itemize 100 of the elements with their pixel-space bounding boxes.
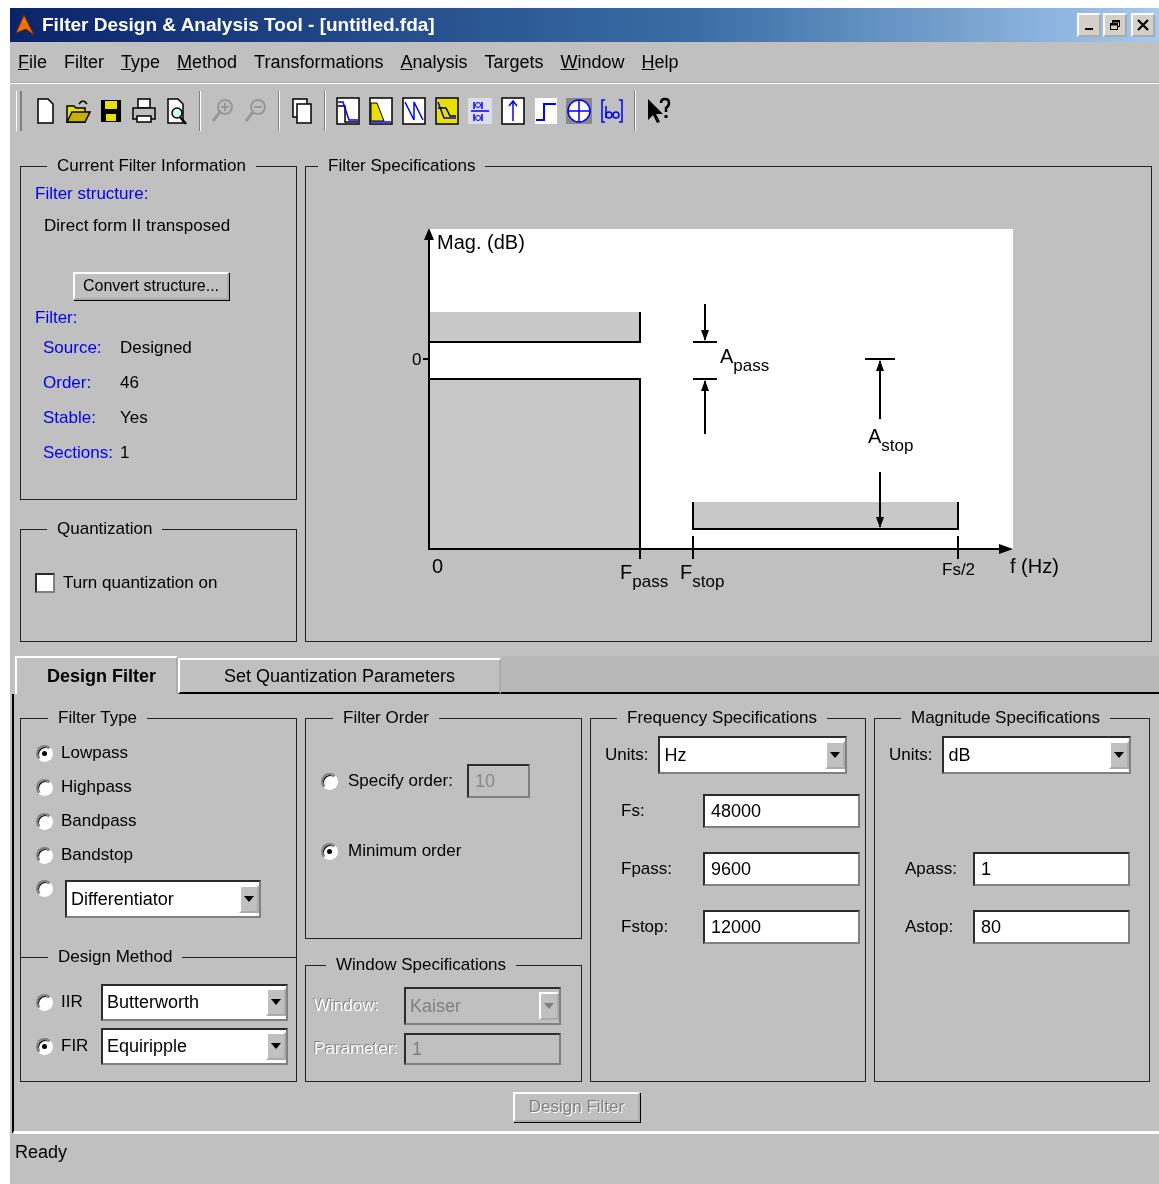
property-label: Stable: (43, 407, 97, 429)
menu-item[interactable]: File (18, 51, 47, 73)
field-label: Units: (889, 745, 933, 765)
filter-curve-icon[interactable] (368, 96, 394, 126)
field-label: Window: (314, 996, 381, 1016)
axis-label: Mag. (dB) (437, 230, 525, 254)
field-label: Parameter: (314, 1039, 400, 1059)
property-value: 1 (120, 442, 131, 464)
menu-item[interactable]: Analysis (400, 51, 468, 73)
step-plot-icon[interactable] (533, 96, 559, 126)
printer-icon[interactable] (131, 96, 157, 126)
menu-item[interactable]: Window (560, 51, 625, 73)
text-field[interactable]: 80 (973, 910, 1130, 944)
brackets-icon[interactable] (599, 96, 625, 126)
radio-button[interactable] (321, 772, 338, 790)
help-cursor-icon[interactable] (645, 96, 671, 126)
radio-button[interactable] (36, 778, 53, 796)
radio-label[interactable]: FIR (61, 1036, 93, 1056)
group-title: Frequency Specifications (626, 708, 818, 728)
group-title: Current Filter Information (56, 156, 247, 176)
group-title: Filter Specifications (327, 156, 477, 176)
caret-icon (244, 896, 254, 902)
tick-label: 0 (412, 349, 422, 371)
tick-label: Fs/2 (942, 559, 976, 581)
logo-icon (14, 13, 36, 37)
magnitude-plot-icon[interactable] (335, 96, 361, 126)
property-value: 46 (120, 372, 140, 394)
menu-item[interactable]: Type (121, 51, 161, 73)
document-magnifier-icon[interactable] (164, 96, 190, 126)
dual-curve-icon[interactable] (434, 96, 460, 126)
radio-label[interactable]: IIR (61, 992, 93, 1012)
group-title: Quantization (56, 519, 154, 539)
field-label: Fpass: (621, 859, 674, 879)
radio-label[interactable]: Highpass (61, 777, 132, 797)
radio-label[interactable]: Bandstop (61, 845, 133, 865)
property-label: Source: (43, 337, 103, 359)
radio-label[interactable]: Specify order: (348, 769, 453, 793)
field-label: Apass: (905, 859, 958, 879)
radio-button[interactable] (36, 812, 53, 830)
tab[interactable]: Set Quantization Parameters (178, 658, 502, 694)
checkbox[interactable] (35, 573, 55, 593)
checkbox-label[interactable]: Turn quantization on (63, 573, 218, 593)
radio-button[interactable] (36, 993, 53, 1011)
property-label: Sections: (43, 442, 114, 464)
group-title: Filter Type (57, 708, 139, 728)
caret-icon (271, 999, 281, 1005)
tab[interactable]: Design Filter (15, 656, 178, 694)
field-label: Filter: (35, 308, 79, 328)
circle-grid-icon[interactable] (566, 96, 592, 126)
radio-button[interactable] (36, 880, 53, 897)
tick-label: F$_{pass}$ (620, 560, 669, 593)
property-value: Yes (120, 407, 149, 429)
radio-label[interactable]: Minimum order (348, 839, 462, 863)
convert-structure-button[interactable]: Convert structure... (73, 272, 230, 300)
structure-value: Direct form II transposed (44, 216, 232, 236)
restore-button[interactable] (1103, 13, 1127, 37)
annotation-label: A$_{pass}$ (720, 344, 770, 377)
radio-label[interactable]: Bandpass (61, 811, 137, 831)
stacked-pages-icon[interactable] (289, 96, 315, 126)
radio-button[interactable] (36, 1037, 53, 1055)
property-value: Designed (120, 337, 193, 359)
radio-button[interactable] (36, 846, 53, 864)
menu-item[interactable]: Filter (64, 51, 104, 73)
caret-icon (1114, 752, 1125, 758)
radio-button[interactable] (321, 842, 338, 860)
radio-button[interactable] (36, 744, 53, 762)
derivative-icon[interactable] (467, 96, 493, 126)
text-field[interactable]: 48000 (703, 794, 860, 828)
dropdown[interactable]: Hz (658, 736, 848, 774)
tick-label: 0 (432, 554, 444, 578)
group-title: Window Specifications (335, 955, 508, 975)
menu-item[interactable]: Help (641, 51, 679, 73)
axis-label: f (Hz) (1010, 554, 1059, 578)
field-label: Fs: (621, 801, 646, 821)
dropdown[interactable]: Differentiator (65, 880, 261, 918)
menu-item[interactable]: Targets (484, 51, 544, 73)
radio-label[interactable]: Lowpass (61, 743, 129, 763)
text-field[interactable]: 12000 (703, 910, 860, 944)
dropdown[interactable]: Butterworth (101, 983, 288, 1021)
close-button[interactable] (1131, 13, 1155, 37)
menu-item[interactable]: Transformations (254, 51, 384, 73)
caret-icon (271, 1043, 281, 1049)
text-field[interactable]: 1 (973, 852, 1130, 886)
dropdown[interactable]: dB (942, 736, 1132, 774)
restore-icon (1109, 19, 1121, 31)
field-label: Fstop: (621, 917, 670, 937)
caret-icon (830, 752, 841, 758)
property-label: Order: (43, 372, 93, 394)
menu-item[interactable]: Method (177, 51, 238, 73)
minimize-icon (1085, 28, 1093, 30)
minimize-button[interactable] (1077, 13, 1101, 37)
sawtooth-plot-icon[interactable] (401, 96, 427, 126)
caret-icon (544, 1003, 554, 1009)
dropdown[interactable]: Equiripple (101, 1027, 288, 1065)
status-text: Ready (15, 1141, 68, 1163)
group-title: Filter Order (342, 708, 430, 728)
text-field[interactable]: 9600 (703, 852, 860, 886)
annotation-label: A$_{stop}$ (868, 424, 914, 457)
field-label: Units: (605, 745, 649, 765)
tick-label: F$_{stop}$ (680, 560, 725, 593)
